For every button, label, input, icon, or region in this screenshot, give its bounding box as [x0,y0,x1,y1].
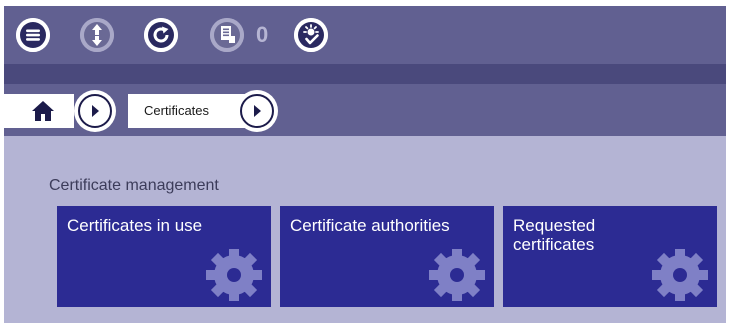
breadcrumb: Certificates [4,84,726,136]
tile-certificate-authorities[interactable]: Certificate authorities [280,206,494,307]
top-toolbar: 0 [4,6,726,64]
refresh-button[interactable] [144,18,178,52]
gear-icon [652,249,708,301]
app-frame: 0 Certificates Certificate management Ce… [4,6,726,323]
menu-button[interactable] [16,18,50,52]
transfer-button[interactable] [80,18,114,52]
tile-certificates-in-use[interactable]: Certificates in use [57,206,271,307]
settings-check-icon [294,18,328,52]
breadcrumb-next-ring [240,94,274,128]
pending-documents-icon [210,18,244,52]
tile-label: Requested certificates [513,216,596,254]
pending-count: 0 [256,22,269,47]
section-title: Certificate management [49,177,219,194]
chevron-right-icon [254,105,261,117]
up-down-arrows-icon [80,18,114,52]
tile-label: Certificates in use [67,216,203,235]
gear-icon [429,249,485,301]
tile-label: Certificate authorities [290,216,450,235]
toolbar-divider-band [4,64,726,84]
tile-requested-certificates[interactable]: Requested certificates [503,206,717,307]
status-button[interactable] [294,18,328,52]
breadcrumb-separator-ring [78,94,112,128]
gear-icon [206,249,262,301]
refresh-icon [144,18,178,52]
chevron-right-icon [92,105,99,117]
breadcrumb-next-button[interactable] [236,90,278,132]
pending-documents-button[interactable] [210,18,244,52]
menu-icon [16,18,50,52]
breadcrumb-home[interactable] [4,94,74,128]
breadcrumb-item-certificates[interactable]: Certificates [128,94,248,128]
breadcrumb-separator-button[interactable] [74,90,116,132]
home-icon [32,101,54,121]
